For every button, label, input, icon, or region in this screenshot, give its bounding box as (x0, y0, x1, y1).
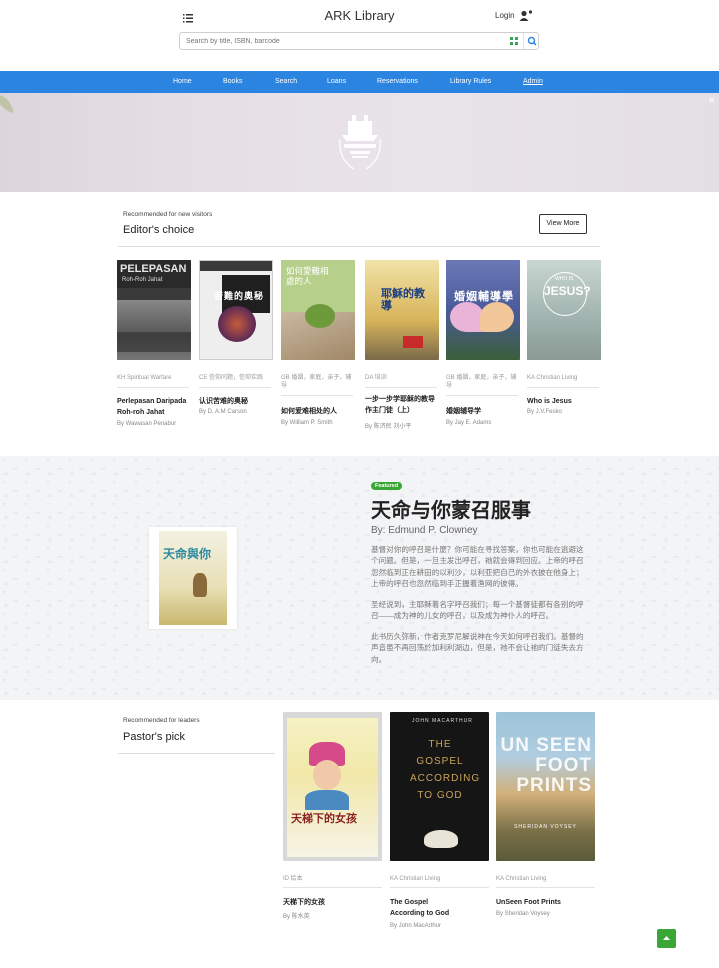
nav-home[interactable]: Home (173, 78, 192, 85)
view-more-button[interactable]: View More (539, 214, 587, 234)
nav-reservations[interactable]: Reservations (377, 78, 418, 85)
nav-admin[interactable]: Admin (523, 78, 543, 85)
main-nav: Home Books Search Loans Reservations Lib… (0, 71, 719, 93)
search-box (179, 32, 539, 50)
book-author: By 陈水英 (283, 914, 310, 920)
barcode-icon[interactable] (510, 37, 518, 45)
book-title[interactable]: 婚姻辅导学 (446, 406, 520, 417)
book-title[interactable]: Who is Jesus (527, 396, 601, 407)
book-title[interactable]: 天梯下的女孩 (283, 897, 357, 908)
book-category: GB 婚姻，家庭，亲子，辅导 (281, 375, 352, 389)
leaf-decoration (0, 95, 14, 113)
book-author: By Sheridan Voysey (496, 911, 550, 917)
book-category: KA Christian Living (390, 876, 441, 882)
ark-library-logo (339, 115, 381, 170)
pastors-pick-title: Pastor's pick (123, 731, 186, 743)
featured-title[interactable]: 天命与你蒙召服事 (371, 494, 531, 523)
nav-books[interactable]: Books (223, 78, 242, 85)
featured-paragraph: 圣经说到，主耶稣着名字呼召我们；每一个基督徒都有各别的呼召——成为神的儿女的呼召… (371, 600, 584, 621)
book-cover[interactable]: PELEPASAN Roh-Roh Jahat (117, 260, 191, 360)
book-category: GB 婚姻，家庭，亲子，辅导 (446, 375, 517, 389)
book-cover[interactable]: 苦難的奧秘 (199, 260, 273, 360)
section-divider (118, 753, 275, 754)
scroll-top-button[interactable] (657, 929, 676, 948)
search-icon (527, 36, 537, 46)
section-divider (118, 246, 600, 247)
close-icon[interactable]: ✕ (708, 95, 716, 106)
header: ARK Library Login (0, 0, 719, 70)
nav-library-rules[interactable]: Library Rules (450, 78, 491, 85)
book-author: By William P. Smith (281, 420, 333, 426)
book-category: ID 绘本 (283, 876, 303, 882)
search-input[interactable] (186, 35, 496, 47)
background-pattern (0, 456, 719, 700)
editors-choice-subtitle: Recommended for new visitors (123, 211, 213, 218)
featured-section: 天命與你 Featured 天命与你蒙召服事 By: Edmund P. Clo… (0, 456, 719, 700)
book-cover[interactable]: 如何愛難相處的人 (281, 260, 355, 360)
login-link[interactable]: Login (495, 11, 515, 20)
book-title[interactable]: 一步一步学耶稣的教导作主门徒（上） (365, 394, 439, 416)
book-cover[interactable]: 天梯下的女孩 (283, 712, 382, 861)
user-icon[interactable] (519, 9, 533, 21)
book-author: By 陈济民 刘小平 (365, 424, 412, 430)
book-title[interactable]: 如何爱难相处的人 (281, 406, 355, 417)
book-author: By Jay E. Adams (446, 420, 492, 426)
book-author: By D. A.M Carson (199, 409, 247, 415)
featured-book-cover[interactable]: 天命與你 (149, 527, 237, 629)
book-category: KA Christian Living (527, 375, 578, 381)
book-cover[interactable]: JOHN MACARTHUR THE GOSPEL ACCORDING TO G… (390, 712, 489, 861)
search-button[interactable] (523, 33, 539, 49)
pastors-pick-subtitle: Recommended for leaders (123, 717, 200, 724)
featured-paragraph: 此书历久弥新，作者克罗尼解说神在今天如何呼召我们。基督的声音虽不再回荡於加利利湖… (371, 632, 584, 664)
book-title[interactable]: 认识苦难的奥秘 (199, 396, 273, 407)
featured-badge: Featured (371, 482, 403, 490)
book-author: By John MacArthur (390, 923, 442, 929)
book-cover[interactable]: UN SEEN FOOT PRINTS SHERIDAN VOYSEY (496, 712, 595, 861)
book-cover[interactable]: 耶穌的教導 (365, 260, 439, 360)
nav-loans[interactable]: Loans (327, 78, 346, 85)
book-cover[interactable]: 婚姻輔導學 (446, 260, 520, 360)
site-title[interactable]: ARK Library (0, 8, 719, 23)
featured-author: By: Edmund P. Clowney (371, 525, 478, 536)
book-author: By J.V.Fesko (527, 409, 562, 415)
book-category: KA Christian Living (496, 876, 547, 882)
book-category: KH Spiritual Warfare (117, 375, 172, 381)
editors-choice-title: Editor's choice (123, 224, 195, 236)
featured-paragraph: 基督对你的呼召是什麼？你可能在寻找答案，你也可能在逃避这个问题。但是，一旦主发出… (371, 545, 584, 589)
book-cover[interactable]: WHO IS JESUS? (527, 260, 601, 360)
book-category: DA 培训 (365, 375, 387, 381)
hero-banner: ✕ (0, 93, 719, 192)
book-author: By Wawasan Penabur (117, 421, 177, 427)
scroll-top-icon (663, 936, 670, 940)
book-category: CE 信仰问题，信仰实践 (199, 375, 264, 381)
book-title[interactable]: The Gospel According to God (390, 897, 464, 919)
book-title[interactable]: UnSeen Foot Prints (496, 897, 570, 908)
book-title[interactable]: Perlepasan Daripada Roh-roh Jahat (117, 396, 191, 418)
nav-search[interactable]: Search (275, 78, 297, 85)
